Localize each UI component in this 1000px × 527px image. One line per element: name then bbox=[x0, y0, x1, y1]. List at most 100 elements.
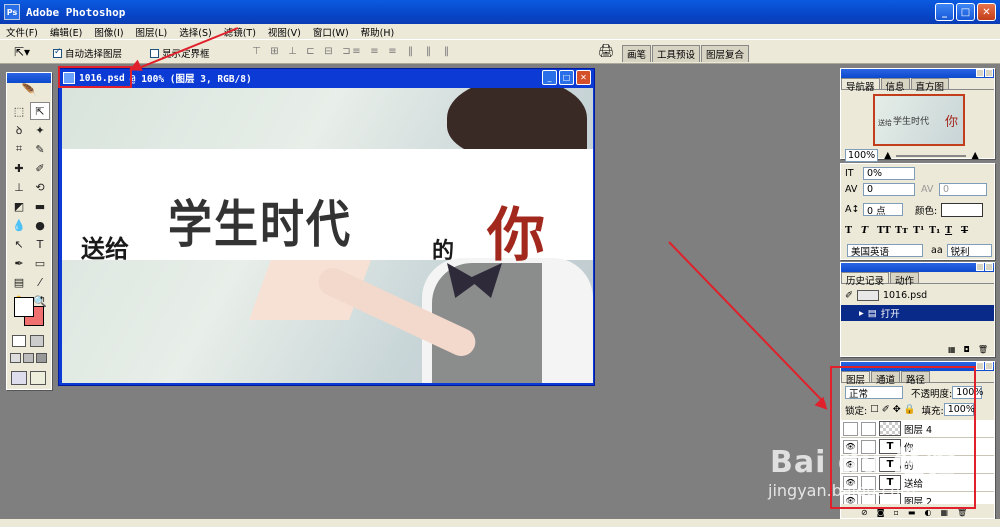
history-brush-tool-icon[interactable]: ⟲ bbox=[30, 178, 50, 196]
align-bottom-icon[interactable]: ⊥ bbox=[286, 45, 299, 58]
delete-layer-icon[interactable]: 🗑 bbox=[957, 508, 967, 517]
distribute-left-icon[interactable]: ‖ bbox=[404, 45, 417, 58]
history-minimize-button[interactable] bbox=[976, 263, 984, 271]
brush-tool-icon[interactable]: ✐ bbox=[30, 159, 50, 177]
history-snapshot[interactable]: ✐ 1016.psd bbox=[841, 287, 994, 303]
navigator-zoom-value[interactable]: 100% bbox=[845, 149, 879, 162]
superscript-icon[interactable]: T¹ bbox=[913, 225, 929, 236]
screen-mode-full-menu-icon[interactable] bbox=[23, 353, 34, 363]
eyedropper-tool-icon[interactable]: ⁄ bbox=[30, 273, 50, 291]
navigator-minimize-button[interactable] bbox=[976, 69, 984, 77]
file-browser-icon[interactable]: 🖨 bbox=[598, 44, 615, 59]
doc-minimize-button[interactable]: _ bbox=[542, 70, 557, 85]
underline-icon[interactable]: T bbox=[945, 225, 961, 236]
maximize-button[interactable]: □ bbox=[956, 3, 975, 21]
align-hcenter-icon[interactable]: ⊟ bbox=[322, 45, 335, 58]
distribute-hcenter-icon[interactable]: ‖ bbox=[422, 45, 435, 58]
doc-close-button[interactable]: ✕ bbox=[576, 70, 591, 85]
quick-mask-mode-icon[interactable] bbox=[30, 335, 44, 347]
language-select[interactable]: 美国英语 bbox=[847, 244, 923, 258]
tab-history[interactable]: 历史记录 bbox=[841, 272, 890, 287]
zoom-in-icon[interactable]: ▲ bbox=[971, 150, 978, 161]
menu-window[interactable]: 窗口(W) bbox=[307, 25, 355, 39]
antialias-select[interactable]: 锐利 bbox=[946, 244, 992, 258]
vertical-scale-field[interactable]: 0% bbox=[863, 167, 915, 180]
faux-bold-icon[interactable]: T bbox=[845, 225, 861, 236]
add-layer-style-icon[interactable]: ◙ bbox=[877, 508, 885, 517]
lasso-tool-icon[interactable]: ꝺ bbox=[9, 121, 29, 139]
auto-select-checkbox[interactable] bbox=[53, 47, 62, 58]
navigator-close-button[interactable] bbox=[985, 69, 993, 77]
menu-help[interactable]: 帮助(H) bbox=[355, 25, 401, 39]
menu-file[interactable]: 文件(F) bbox=[0, 25, 44, 39]
strikethrough-icon[interactable]: T bbox=[961, 225, 977, 236]
layers-close-button[interactable] bbox=[985, 362, 993, 370]
standard-mode-icon[interactable] bbox=[12, 335, 26, 347]
align-vcenter-icon[interactable]: ⊞ bbox=[268, 45, 281, 58]
type-tool-icon[interactable]: T bbox=[30, 235, 50, 253]
slice-tool-icon[interactable]: ✎ bbox=[30, 140, 50, 158]
menu-layer[interactable]: 图层(L) bbox=[130, 25, 174, 39]
dodge-tool-icon[interactable]: ● bbox=[30, 216, 50, 234]
text-color-swatch[interactable] bbox=[941, 202, 984, 217]
menu-image[interactable]: 图像(I) bbox=[88, 25, 129, 39]
eraser-tool-icon[interactable]: ◩ bbox=[9, 197, 29, 215]
distribute-vcenter-icon[interactable]: ≡ bbox=[368, 45, 381, 58]
blur-tool-icon[interactable]: 💧 bbox=[9, 216, 29, 234]
clone-stamp-tool-icon[interactable]: ⊥ bbox=[9, 178, 29, 196]
tracking-field[interactable]: 0 bbox=[863, 183, 915, 196]
shape-tool-icon[interactable]: ▭ bbox=[30, 254, 50, 272]
align-top-icon[interactable]: ⊤ bbox=[250, 45, 263, 58]
auto-select-option[interactable]: 自动选择图层 bbox=[53, 46, 122, 60]
edit-in-imageready-icon[interactable] bbox=[30, 371, 46, 385]
tab-actions[interactable]: 动作 bbox=[890, 272, 920, 287]
history-step[interactable]: ▸ ▤ 打开 bbox=[841, 305, 994, 321]
pen-tool-icon[interactable]: ✒ bbox=[9, 254, 29, 272]
palette-tab-brushes[interactable]: 画笔 bbox=[622, 45, 652, 62]
toolbox-header[interactable] bbox=[7, 73, 51, 83]
menu-view[interactable]: 视图(V) bbox=[262, 25, 307, 39]
baseline-shift-field[interactable]: 0 点 bbox=[863, 203, 903, 217]
move-tool-preset-icon[interactable]: ⇱▾ bbox=[14, 45, 30, 59]
link-layers-icon[interactable]: ⊘ bbox=[861, 508, 868, 517]
new-document-from-state-icon[interactable]: ▦ bbox=[948, 345, 956, 354]
history-brush-source-icon[interactable]: ✐ bbox=[845, 290, 853, 301]
jump-to-imageready-icon[interactable] bbox=[11, 371, 27, 385]
tab-navigator[interactable]: 导航器 bbox=[841, 78, 880, 93]
healing-brush-tool-icon[interactable]: ✚ bbox=[9, 159, 29, 177]
gradient-tool-icon[interactable]: ▬ bbox=[30, 197, 50, 215]
palette-tab-tool-presets[interactable]: 工具预设 bbox=[652, 45, 701, 62]
faux-italic-icon[interactable]: T bbox=[861, 225, 877, 236]
kerning-field[interactable]: 0 bbox=[939, 183, 987, 196]
align-left-icon[interactable]: ⊏ bbox=[304, 45, 317, 58]
move-tool-icon[interactable]: ⇱ bbox=[30, 102, 50, 120]
new-adjustment-layer-icon[interactable]: ◐ bbox=[924, 508, 931, 517]
close-button[interactable]: ✕ bbox=[977, 3, 996, 21]
screen-mode-full-icon[interactable] bbox=[36, 353, 47, 363]
screen-mode-standard-icon[interactable] bbox=[10, 353, 21, 363]
add-mask-icon[interactable]: ▫ bbox=[893, 508, 898, 517]
small-caps-icon[interactable]: Tᴛ bbox=[895, 225, 913, 236]
navigator-panel-header[interactable] bbox=[841, 69, 994, 78]
magic-wand-tool-icon[interactable]: ✦ bbox=[30, 121, 50, 139]
history-panel-header[interactable] bbox=[841, 263, 994, 272]
path-select-tool-icon[interactable]: ↖ bbox=[9, 235, 29, 253]
palette-tab-layer-comps[interactable]: 图层复合 bbox=[701, 45, 750, 62]
tab-histogram[interactable]: 直方图 bbox=[910, 78, 950, 93]
subscript-icon[interactable]: T₁ bbox=[929, 225, 945, 236]
delete-state-icon[interactable]: 🗑 bbox=[978, 345, 988, 354]
menu-edit[interactable]: 编辑(E) bbox=[44, 25, 88, 39]
zoom-out-icon[interactable]: ▲ bbox=[884, 150, 891, 161]
new-set-icon[interactable]: ▬ bbox=[908, 508, 916, 517]
menu-select[interactable]: 选择(S) bbox=[173, 25, 217, 39]
distribute-right-icon[interactable]: ‖ bbox=[440, 45, 453, 58]
doc-maximize-button[interactable]: □ bbox=[559, 70, 574, 85]
distribute-top-icon[interactable]: ≡ bbox=[350, 45, 363, 58]
crop-tool-icon[interactable]: ⌗ bbox=[9, 140, 29, 158]
new-layer-icon[interactable]: ▦ bbox=[940, 508, 948, 517]
distribute-bottom-icon[interactable]: ≡ bbox=[386, 45, 399, 58]
marquee-tool-icon[interactable]: ⬚ bbox=[9, 102, 29, 120]
minimize-button[interactable]: _ bbox=[935, 3, 954, 21]
history-close-button[interactable] bbox=[985, 263, 993, 271]
new-snapshot-icon[interactable]: ◘ bbox=[964, 345, 970, 354]
